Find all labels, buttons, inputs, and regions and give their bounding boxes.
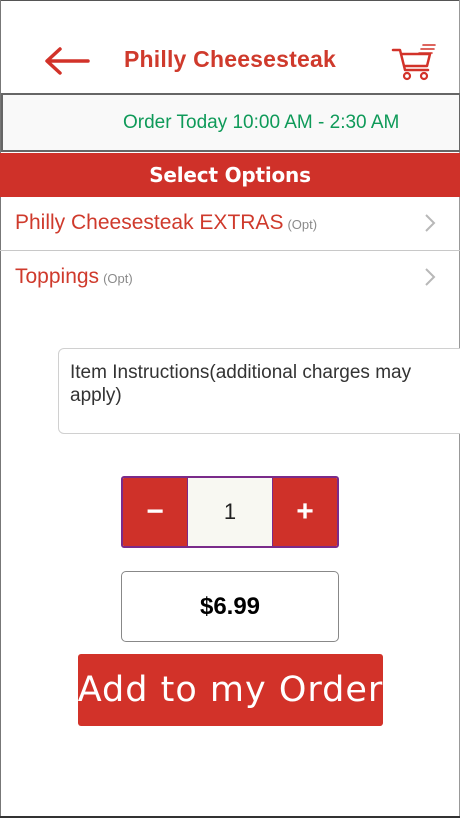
cart-button[interactable] — [390, 40, 438, 82]
optional-tag: (Opt) — [103, 271, 133, 286]
optional-tag: (Opt) — [287, 217, 318, 232]
quantity-stepper: − 1 + — [121, 476, 339, 548]
order-hours-text: Order Today 10:00 AM - 2:30 AM — [123, 112, 400, 133]
option-row-toppings[interactable]: Toppings (Opt) — [0, 251, 460, 305]
add-to-order-label: Add to my Order — [77, 670, 384, 710]
option-row-extras[interactable]: Philly Cheesesteak EXTRAS (Opt) — [0, 197, 460, 251]
option-label: Philly Cheesesteak EXTRAS (Opt) — [15, 211, 318, 234]
add-to-order-button[interactable]: Add to my Order — [78, 654, 383, 726]
item-instructions-input[interactable]: Item Instructions(additional charges may… — [58, 348, 460, 434]
select-options-title: Select Options — [149, 163, 311, 187]
arrow-left-icon — [45, 47, 90, 75]
shopping-cart-icon — [391, 44, 436, 81]
item-price: $6.99 — [121, 571, 339, 642]
chevron-right-icon — [425, 214, 436, 232]
top-nav-bar: Philly Cheesesteak — [0, 0, 460, 92]
decrease-quantity-button[interactable]: − — [123, 478, 187, 546]
select-options-header: Select Options — [0, 153, 460, 197]
increase-quantity-button[interactable]: + — [273, 478, 337, 546]
quantity-value[interactable]: 1 — [187, 478, 273, 546]
page-title: Philly Cheesesteak — [124, 46, 336, 72]
back-button[interactable] — [40, 42, 92, 80]
option-label: Toppings (Opt) — [15, 265, 133, 288]
chevron-right-icon — [425, 268, 436, 286]
order-hours-banner: Order Today 10:00 AM - 2:30 AM — [1, 93, 460, 152]
